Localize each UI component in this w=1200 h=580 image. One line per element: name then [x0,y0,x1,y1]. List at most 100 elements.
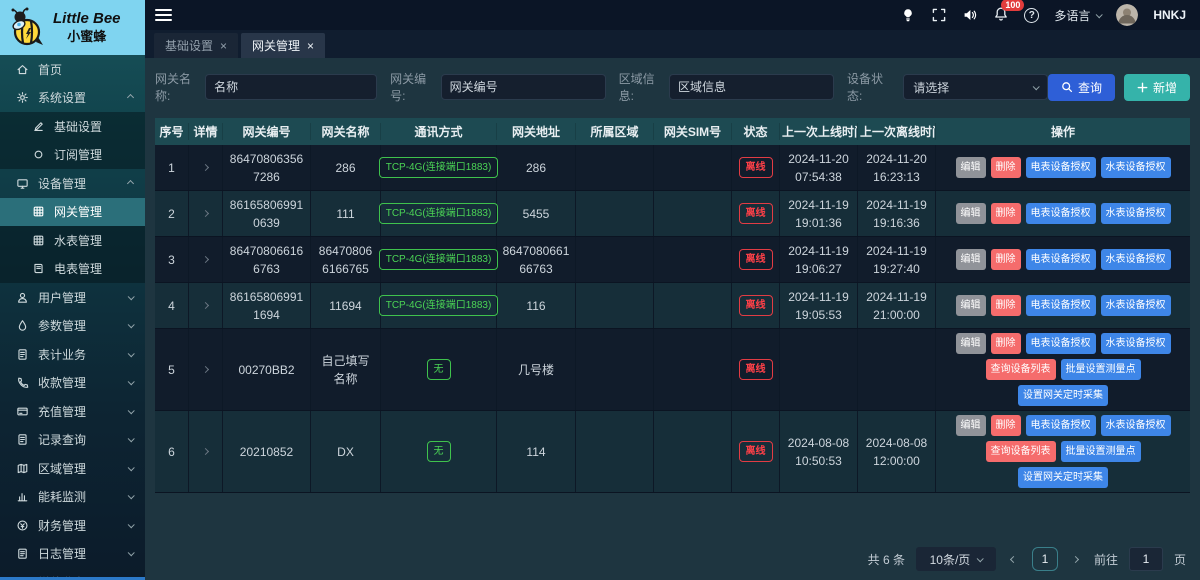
edit-button[interactable]: 编辑 [956,295,986,316]
chevron-down-icon [128,436,135,443]
sidebar-item-log-management[interactable]: 日志管理 [0,540,145,569]
prev-page-button[interactable] [1007,552,1021,566]
cell-gateway-addr: 114 [497,411,576,492]
sidebar-item-device-management[interactable]: 设备管理 [0,169,145,198]
device-status-select[interactable]: 请选择 [903,74,1048,100]
edit-button[interactable]: 编辑 [956,157,986,178]
cell-gateway-name: 286 [311,145,381,190]
electric-meter-auth-button[interactable]: 电表设备授权 [1026,157,1096,178]
sidebar-item-gateway-management[interactable]: 网关管理 [0,198,145,227]
next-page-button[interactable] [1069,552,1083,566]
sidebar-item-energy-monitoring[interactable]: 能耗监测 [0,483,145,512]
batch-set-measure-point-button[interactable]: 批量设置测量点 [1061,441,1141,462]
delete-button[interactable]: 删除 [991,203,1021,224]
electric-meter-auth-button[interactable]: 电表设备授权 [1026,415,1096,436]
query-button[interactable]: 查询 [1048,74,1115,101]
electric-meter-auth-button[interactable]: 电表设备授权 [1026,333,1096,354]
sidebar-item-system-settings[interactable]: 系统设置 [0,84,145,113]
sidebar-item-water-meter[interactable]: 水表管理 [0,226,145,255]
sidebar-item-home[interactable]: 首页 [0,55,145,84]
close-icon[interactable]: × [220,40,227,52]
sidebar-item-finance-management[interactable]: 财务管理 [0,511,145,540]
water-meter-auth-button[interactable]: 水表设备授权 [1101,295,1171,316]
water-meter-auth-button[interactable]: 水表设备授权 [1101,203,1171,224]
sidebar-item-payment-management[interactable]: 收款管理 [0,369,145,398]
delete-button[interactable]: 删除 [991,249,1021,270]
region-input[interactable] [669,74,834,100]
set-gateway-timing-button[interactable]: 设置网关定时采集 [1018,467,1108,488]
water-meter-auth-button[interactable]: 水表设备授权 [1101,249,1171,270]
delete-button[interactable]: 删除 [991,415,1021,436]
table-row: 1 864708063567286 286 TCP-4G(连接端口1883) 2… [155,145,1190,191]
sidebar-item-subscription[interactable]: 订阅管理 [0,141,145,170]
gateway-name-input[interactable] [205,74,377,100]
sidebar-item-basic-settings[interactable]: 基础设置 [0,112,145,141]
gateway-code-input[interactable] [441,74,606,100]
query-device-list-button[interactable]: 查询设备列表 [986,441,1056,462]
sidebar-item-value-added-business[interactable]: 增值业务 [0,568,145,577]
water-meter-auth-button[interactable]: 水表设备授权 [1101,157,1171,178]
table-row: 5 00270BB2 自己填写名称 无 几号楼 离线 编辑 删除 电表设备授权 … [155,329,1190,411]
last-offline-time: 2024-11-19 19:16:36 [863,196,930,232]
tab-gateway-management[interactable]: 网关管理 × [241,33,325,58]
water-meter-auth-button[interactable]: 水表设备授权 [1101,333,1171,354]
expand-row-icon[interactable] [202,210,209,217]
table-row: 6 20210852 DX 无 114 离线 2024-08-08 10:50:… [155,411,1190,493]
delete-button[interactable]: 删除 [991,333,1021,354]
sidebar-item-recharge-management[interactable]: 充值管理 [0,397,145,426]
filter-bar: 网关名称: 网关编号: 区域信息: 设备状态: 请选择 [155,70,1190,104]
chevron-down-icon [128,322,135,329]
gateway-name: 自己填写名称 [316,352,375,388]
cell-last-offline: 2024-11-20 16:23:13 [858,145,936,190]
close-icon[interactable]: × [307,40,314,52]
delete-button[interactable]: 删除 [991,157,1021,178]
expand-row-icon[interactable] [202,448,209,455]
sidebar-item-record-query[interactable]: 记录查询 [0,426,145,455]
water-meter-auth-button[interactable]: 水表设备授权 [1101,415,1171,436]
avatar[interactable] [1116,4,1138,26]
sidebar-item-meter-business[interactable]: 表计业务 [0,340,145,369]
expand-row-icon[interactable] [202,164,209,171]
electric-meter-auth-button[interactable]: 电表设备授权 [1026,295,1096,316]
last-offline-time: 2024-08-08 12:00:00 [863,434,930,470]
sidebar-item-parameter-management[interactable]: 参数管理 [0,312,145,341]
cell-index: 4 [155,283,189,328]
sidebar-item-label: 网关管理 [54,203,133,220]
chevron-down-icon [128,293,135,300]
edit-button[interactable]: 编辑 [956,333,986,354]
delete-button[interactable]: 删除 [991,295,1021,316]
plus-icon [1137,82,1148,93]
collapse-menu-icon[interactable] [155,9,172,21]
cell-sim [654,329,732,410]
expand-row-icon[interactable] [202,366,209,373]
set-gateway-timing-button[interactable]: 设置网关定时采集 [1018,385,1108,406]
fullscreen-icon[interactable] [931,7,947,23]
filter-label: 网关名称: [155,70,198,104]
sidebar-item-electric-meter[interactable]: 电表管理 [0,255,145,284]
help-icon[interactable]: ? [1024,8,1039,23]
edit-button[interactable]: 编辑 [956,415,986,436]
notifications-bell[interactable]: 100 [993,6,1009,25]
electric-meter-auth-button[interactable]: 电表设备授权 [1026,203,1096,224]
grid-icon [32,234,45,247]
current-page[interactable]: 1 [1032,547,1058,571]
edit-button[interactable]: 编辑 [956,203,986,224]
electric-meter-auth-button[interactable]: 电表设备授权 [1026,249,1096,270]
expand-row-icon[interactable] [202,256,209,263]
page-size-select[interactable]: 10条/页 [916,547,996,571]
cell-index: 2 [155,191,189,236]
edit-button[interactable]: 编辑 [956,249,986,270]
tab-basic-settings[interactable]: 基础设置 × [154,33,238,58]
batch-set-measure-point-button[interactable]: 批量设置测量点 [1061,359,1141,380]
last-online-time: 2024-08-08 10:50:53 [785,434,852,470]
query-device-list-button[interactable]: 查询设备列表 [986,359,1056,380]
expand-row-icon[interactable] [202,302,209,309]
sidebar-item-user-management[interactable]: 用户管理 [0,283,145,312]
language-selector[interactable]: 多语言 [1054,7,1101,24]
goto-page-input[interactable] [1129,547,1163,571]
sidebar-item-region-management[interactable]: 区域管理 [0,454,145,483]
speaker-icon[interactable] [962,7,978,23]
add-button[interactable]: 新增 [1124,74,1190,101]
lightbulb-icon[interactable] [900,7,916,23]
header-actions: 100 ? 多语言 HNKJ [900,4,1186,26]
